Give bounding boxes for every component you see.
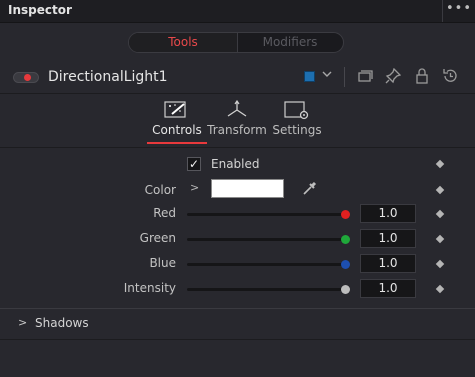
keyframe-diamond-icon[interactable] bbox=[435, 234, 445, 244]
settings-icon bbox=[284, 101, 309, 120]
color-label: Color bbox=[144, 183, 176, 197]
blue-row: Blue 1.0 bbox=[0, 252, 475, 276]
intensity-slider-handle[interactable] bbox=[341, 285, 350, 294]
mode-toggle[interactable]: Tools Modifiers bbox=[128, 32, 344, 53]
green-value-input[interactable]: 1.0 bbox=[360, 229, 416, 248]
enabled-checkbox[interactable]: ✓ bbox=[187, 157, 201, 171]
enabled-row: ✓ Enabled bbox=[0, 155, 475, 179]
red-value-input[interactable]: 1.0 bbox=[360, 204, 416, 223]
color-swatch[interactable] bbox=[211, 179, 284, 198]
inspector-header: Inspector ••• bbox=[0, 0, 475, 23]
keyframe-diamond-icon[interactable] bbox=[435, 209, 445, 219]
chevron-right-icon[interactable]: > bbox=[18, 316, 27, 329]
tab-controls[interactable]: Controls bbox=[145, 100, 209, 144]
keyframe-diamond-icon[interactable] bbox=[435, 185, 445, 195]
blue-label: Blue bbox=[149, 256, 176, 270]
blue-value-input[interactable]: 1.0 bbox=[360, 254, 416, 273]
intensity-value-input[interactable]: 1.0 bbox=[360, 279, 416, 298]
transform-icon bbox=[227, 100, 247, 117]
pin-icon[interactable] bbox=[385, 67, 402, 84]
red-row: Red 1.0 bbox=[0, 202, 475, 226]
divider bbox=[0, 147, 475, 148]
divider bbox=[0, 93, 475, 94]
node-enable-dot bbox=[24, 74, 31, 81]
intensity-slider[interactable] bbox=[187, 288, 344, 291]
node-color-chip[interactable] bbox=[304, 71, 315, 82]
keyframe-diamond-icon[interactable] bbox=[435, 284, 445, 294]
versions-icon[interactable] bbox=[357, 68, 373, 84]
keyframe-diamond-icon[interactable] bbox=[435, 159, 445, 169]
divider bbox=[0, 339, 475, 340]
shadows-label: Shadows bbox=[35, 316, 89, 330]
red-slider-handle[interactable] bbox=[341, 210, 350, 219]
tab-transform[interactable]: Transform bbox=[205, 100, 269, 144]
node-name: DirectionalLight1 bbox=[48, 69, 168, 85]
enabled-label: Enabled bbox=[211, 157, 260, 171]
intensity-row: Intensity 1.0 bbox=[0, 277, 475, 301]
node-header: DirectionalLight1 bbox=[0, 64, 475, 92]
modifiers-tab-button[interactable]: Modifiers bbox=[237, 33, 343, 52]
green-row: Green 1.0 bbox=[0, 227, 475, 251]
green-label: Green bbox=[139, 231, 176, 245]
tab-settings[interactable]: Settings bbox=[265, 100, 329, 144]
tab-controls-label: Controls bbox=[152, 123, 202, 137]
controls-icon bbox=[164, 101, 186, 118]
node-enable-toggle[interactable] bbox=[13, 72, 39, 83]
keyframe-diamond-icon[interactable] bbox=[435, 259, 445, 269]
shadows-section-header[interactable]: > Shadows bbox=[0, 311, 475, 337]
green-slider-handle[interactable] bbox=[341, 235, 350, 244]
color-row: Color > bbox=[0, 178, 475, 202]
header-separator bbox=[344, 67, 345, 87]
red-label: Red bbox=[153, 206, 176, 220]
panel-title: Inspector bbox=[8, 3, 72, 17]
reset-icon[interactable] bbox=[442, 68, 458, 84]
divider bbox=[0, 308, 475, 309]
tab-transform-label: Transform bbox=[207, 123, 267, 137]
green-slider[interactable] bbox=[187, 238, 344, 241]
chevron-down-icon[interactable] bbox=[322, 69, 332, 82]
active-tab-indicator bbox=[147, 142, 207, 144]
intensity-label: Intensity bbox=[123, 281, 176, 295]
blue-slider[interactable] bbox=[187, 263, 344, 266]
blue-slider-handle[interactable] bbox=[341, 260, 350, 269]
eyedropper-icon[interactable] bbox=[302, 180, 318, 196]
tools-tab-button[interactable]: Tools bbox=[129, 33, 238, 52]
tab-settings-label: Settings bbox=[272, 123, 322, 137]
lock-icon[interactable] bbox=[414, 68, 430, 84]
red-slider[interactable] bbox=[187, 213, 344, 216]
more-options-icon[interactable]: ••• bbox=[442, 0, 475, 22]
chevron-right-icon[interactable]: > bbox=[190, 181, 199, 194]
